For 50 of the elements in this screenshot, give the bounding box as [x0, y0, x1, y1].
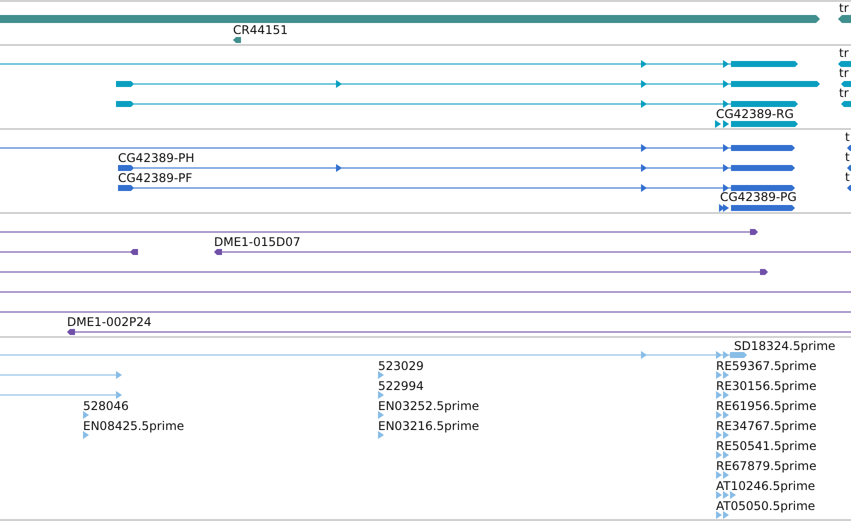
- feature-label[interactable]: RE30156.5prime: [716, 379, 816, 393]
- transcript-drawing[interactable]: [116, 100, 798, 108]
- transcript-drawing[interactable]: [0, 249, 138, 255]
- transcript-drawing[interactable]: [838, 61, 851, 67]
- feature-label[interactable]: 522994: [378, 379, 424, 393]
- feature-label[interactable]: RE50541.5prime: [716, 439, 816, 453]
- transcript-drawing[interactable]: [214, 249, 851, 255]
- feature-label[interactable]: CR44151: [233, 23, 288, 37]
- feature-label[interactable]: tr: [839, 46, 849, 60]
- transcript-drawing[interactable]: [841, 81, 851, 87]
- feature-label[interactable]: 523029: [378, 359, 424, 373]
- feature-label[interactable]: t: [845, 150, 850, 164]
- feature-label[interactable]: DME1-015D07: [214, 235, 301, 249]
- feature-label[interactable]: CG42389-PH: [118, 151, 194, 165]
- feature-label[interactable]: DME1-002P24: [67, 315, 152, 329]
- transcript-drawing[interactable]: [847, 185, 851, 191]
- feature-label[interactable]: RE61956.5prime: [716, 399, 816, 413]
- transcript-drawing[interactable]: [118, 184, 795, 192]
- feature-label[interactable]: CG42389-PF: [118, 171, 192, 185]
- feature-label[interactable]: t: [845, 130, 850, 144]
- transcript-drawing[interactable]: [847, 145, 851, 151]
- transcript-drawing[interactable]: [847, 165, 851, 171]
- feature-label[interactable]: AT10246.5prime: [716, 479, 816, 493]
- feature-label[interactable]: CG42389-RG: [716, 107, 794, 121]
- transcript-drawing[interactable]: [0, 144, 795, 152]
- transcript-drawing[interactable]: [116, 80, 820, 88]
- feature-label[interactable]: RE34767.5prime: [716, 419, 816, 433]
- feature-label[interactable]: AT05050.5prime: [716, 499, 816, 513]
- feature-label[interactable]: CG42389-PG: [720, 190, 797, 204]
- feature-label[interactable]: EN08425.5prime: [83, 419, 184, 433]
- feature-label[interactable]: RE67879.5prime: [716, 459, 816, 473]
- feature-label[interactable]: t: [845, 170, 850, 184]
- feature-label[interactable]: tr: [839, 1, 849, 15]
- transcript-drawing[interactable]: [719, 204, 795, 212]
- transcript-drawing[interactable]: [0, 229, 758, 235]
- transcript-drawing[interactable]: [118, 164, 795, 172]
- feature-label[interactable]: tr: [839, 86, 849, 100]
- feature-label[interactable]: EN03216.5prime: [378, 419, 480, 433]
- transcript-drawing[interactable]: [233, 37, 241, 43]
- feature-label[interactable]: EN03252.5prime: [378, 399, 480, 413]
- transcript-drawing[interactable]: [715, 120, 798, 128]
- transcript-drawing[interactable]: [841, 101, 851, 107]
- transcript-drawing[interactable]: [838, 15, 851, 23]
- feature-label[interactable]: tr: [839, 66, 849, 80]
- transcript-drawing[interactable]: [0, 60, 798, 68]
- transcript-drawing[interactable]: [0, 269, 768, 275]
- transcript-drawing[interactable]: [67, 329, 851, 335]
- feature-label[interactable]: SD18324.5prime: [734, 339, 836, 353]
- feature-label[interactable]: RE59367.5prime: [716, 359, 816, 373]
- feature-label[interactable]: 528046: [83, 399, 129, 413]
